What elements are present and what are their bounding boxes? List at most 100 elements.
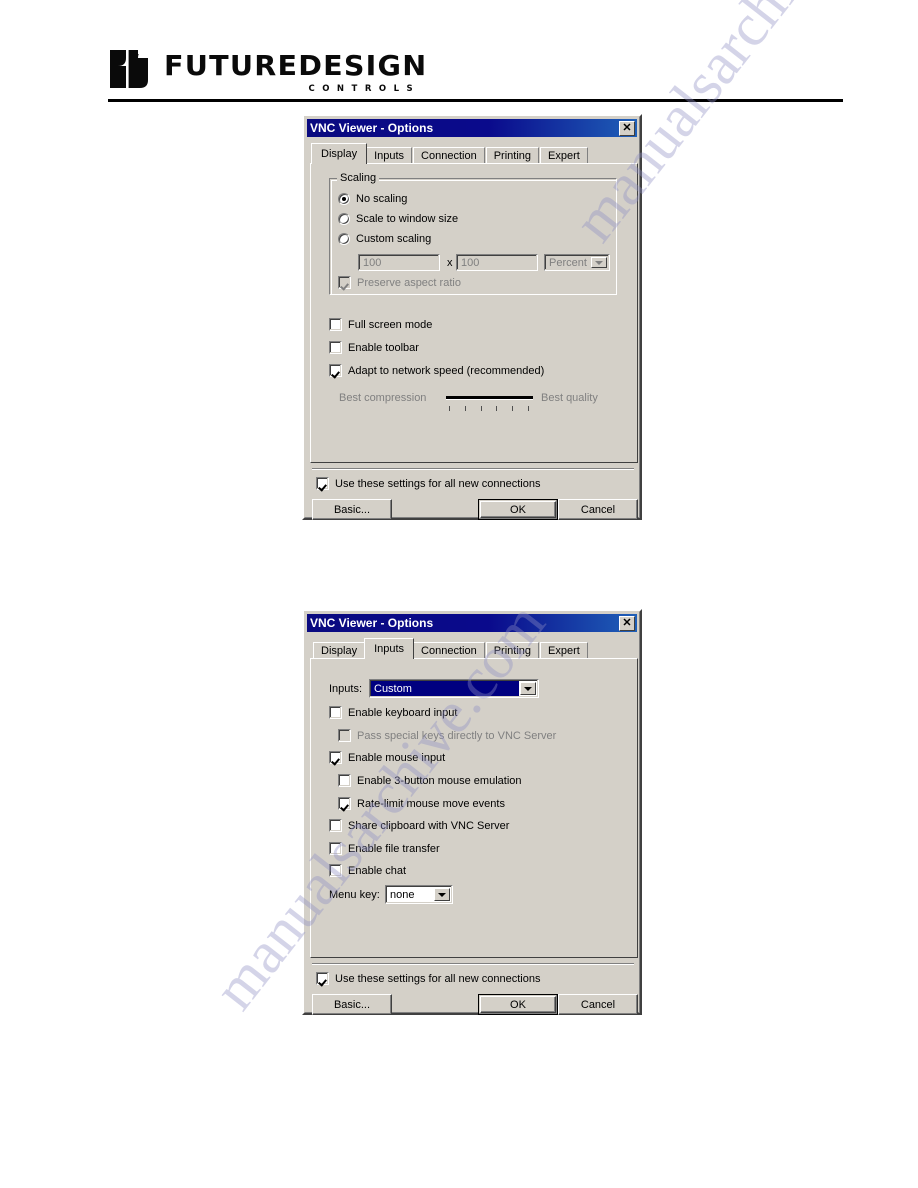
custom-scale-height-value: 100 xyxy=(461,256,480,269)
checkbox-label: Enable toolbar xyxy=(348,341,419,354)
radio-scale-to-window-size[interactable]: Scale to window size xyxy=(338,213,458,225)
radio-label: Custom scaling xyxy=(356,233,432,245)
close-icon[interactable]: ✕ xyxy=(619,120,635,136)
header-divider xyxy=(108,99,843,102)
checkbox-indicator-icon xyxy=(329,706,342,719)
checkbox-label: Rate-limit mouse move events xyxy=(357,797,505,810)
cancel-button[interactable]: Cancel xyxy=(558,499,638,520)
checkbox-indicator-icon xyxy=(338,797,351,810)
checkbox-enable-toolbar[interactable]: Enable toolbar xyxy=(329,341,419,354)
tab-label: Expert xyxy=(548,645,580,657)
basic-button[interactable]: Basic... xyxy=(312,499,392,520)
tab-label: Inputs xyxy=(374,150,405,162)
tab-display[interactable]: Display xyxy=(313,642,366,659)
tab-printing[interactable]: Printing xyxy=(485,147,539,164)
ok-button[interactable]: OK xyxy=(478,499,558,520)
checkbox-label: Adapt to network speed (recommended) xyxy=(348,364,545,377)
checkbox-indicator-icon xyxy=(329,819,342,832)
checkbox-label: Enable mouse input xyxy=(348,751,446,764)
slider-tick xyxy=(512,406,514,411)
checkbox-enable-keyboard-input[interactable]: Enable keyboard input xyxy=(329,706,457,719)
checkbox-label: Share clipboard with VNC Server xyxy=(348,819,510,832)
slider-ticks xyxy=(449,406,529,411)
basic-button[interactable]: Basic... xyxy=(312,994,392,1015)
checkbox-indicator-icon xyxy=(338,774,351,787)
brand-wordmark: FUTUREDESIGN CONTROLS xyxy=(164,52,426,95)
dialog-titlebar[interactable]: VNC Viewer - Options ✕ xyxy=(307,614,637,632)
menu-key-value: none xyxy=(390,888,415,901)
basic-button-label: Basic... xyxy=(333,998,371,1011)
chevron-down-icon[interactable] xyxy=(434,888,450,901)
checkbox-enable-mouse-input[interactable]: Enable mouse input xyxy=(329,751,445,764)
slider-label-best-quality: Best quality xyxy=(541,392,598,404)
tab-label: Expert xyxy=(548,150,580,162)
checkbox-label: Use these settings for all new connectio… xyxy=(335,972,541,985)
checkbox-indicator-icon xyxy=(329,842,342,855)
dialog-titlebar[interactable]: VNC Viewer - Options ✕ xyxy=(307,119,637,137)
custom-scale-units-combo[interactable]: Percent xyxy=(544,254,610,271)
checkbox-label: Use these settings for all new connectio… xyxy=(335,477,541,490)
compression-quality-slider[interactable] xyxy=(446,396,533,399)
checkbox-rate-limit-mouse-move-events[interactable]: Rate-limit mouse move events xyxy=(338,797,505,810)
checkbox-use-for-all-connections[interactable]: Use these settings for all new connectio… xyxy=(316,477,540,490)
custom-scale-width-value: 100 xyxy=(363,256,382,269)
radio-indicator-icon xyxy=(338,193,350,205)
checkbox-label: Full screen mode xyxy=(348,318,433,331)
checkbox-share-clipboard[interactable]: Share clipboard with VNC Server xyxy=(329,819,509,832)
tabpage-display: Scaling No scaling Scale to window size … xyxy=(310,163,638,463)
ok-button[interactable]: OK xyxy=(478,994,558,1015)
tab-inputs[interactable]: Inputs xyxy=(364,638,415,659)
cancel-button[interactable]: Cancel xyxy=(558,994,638,1015)
tab-display[interactable]: Display xyxy=(311,143,368,164)
vnc-viewer-options-inputs-dialog[interactable]: VNC Viewer - Options ✕ Display Inputs Co… xyxy=(302,609,642,1015)
tab-printing[interactable]: Printing xyxy=(485,642,539,659)
basic-button-label: Basic... xyxy=(333,503,371,516)
tab-expert[interactable]: Expert xyxy=(540,147,588,164)
checkbox-enable-3-button-mouse-emulation[interactable]: Enable 3-button mouse emulation xyxy=(338,774,522,787)
radio-indicator-icon xyxy=(338,233,350,245)
tab-connection[interactable]: Connection xyxy=(413,147,485,164)
checkbox-label: Preserve aspect ratio xyxy=(357,276,461,289)
radio-custom-scaling[interactable]: Custom scaling xyxy=(338,233,431,245)
ok-button-label: OK xyxy=(510,998,526,1011)
slider-label-best-compression: Best compression xyxy=(339,392,427,404)
chevron-down-icon[interactable] xyxy=(591,257,607,268)
cancel-button-label: Cancel xyxy=(580,503,616,516)
checkbox-indicator-icon xyxy=(329,341,342,354)
brand-tagline: CONTROLS xyxy=(308,84,421,94)
scaling-groupbox-title: Scaling xyxy=(337,173,380,184)
checkbox-preserve-aspect-ratio[interactable]: Preserve aspect ratio xyxy=(338,276,461,289)
checkbox-use-for-all-connections[interactable]: Use these settings for all new connectio… xyxy=(316,972,540,985)
inputs-select-label: Inputs: xyxy=(329,683,363,695)
inputs-preset-combo[interactable]: Custom xyxy=(369,679,539,698)
checkbox-pass-special-keys[interactable]: Pass special keys directly to VNC Server xyxy=(338,729,556,742)
menu-key-combo[interactable]: none xyxy=(385,885,453,904)
brand-name: FUTUREDESIGN xyxy=(164,49,428,82)
checkbox-enable-file-transfer[interactable]: Enable file transfer xyxy=(329,842,440,855)
radio-no-scaling[interactable]: No scaling xyxy=(338,193,407,205)
slider-tick xyxy=(496,406,498,411)
scaling-groupbox: Scaling No scaling Scale to window size … xyxy=(329,173,617,295)
tab-expert[interactable]: Expert xyxy=(540,642,588,659)
vnc-viewer-options-display-dialog[interactable]: VNC Viewer - Options ✕ Display Inputs Co… xyxy=(302,114,642,520)
inputs-preset-value: Custom xyxy=(371,681,519,696)
tabstrip[interactable]: Display Inputs Connection Printing Exper… xyxy=(313,638,589,659)
custom-scale-width-input[interactable]: 100 xyxy=(358,254,440,271)
slider-tick xyxy=(527,406,529,411)
footer-divider xyxy=(312,468,634,470)
tabpage-inputs: Inputs: Custom Enable keyboard input Pas… xyxy=(310,658,638,958)
page-header: FUTUREDESIGN CONTROLS xyxy=(0,0,918,110)
tab-inputs[interactable]: Inputs xyxy=(366,147,413,164)
close-icon[interactable]: ✕ xyxy=(619,615,635,631)
checkbox-adapt-to-network-speed[interactable]: Adapt to network speed (recommended) xyxy=(329,364,544,377)
checkbox-indicator-icon xyxy=(316,972,329,985)
checkbox-full-screen-mode[interactable]: Full screen mode xyxy=(329,318,432,331)
checkbox-label: Enable file transfer xyxy=(348,842,440,855)
tab-connection[interactable]: Connection xyxy=(413,642,485,659)
radio-label: Scale to window size xyxy=(356,213,459,225)
custom-scale-height-input[interactable]: 100 xyxy=(456,254,538,271)
tabstrip[interactable]: Display Inputs Connection Printing Exper… xyxy=(311,143,589,164)
checkbox-enable-chat[interactable]: Enable chat xyxy=(329,864,406,877)
checkbox-indicator-icon xyxy=(316,477,329,490)
chevron-down-icon[interactable] xyxy=(520,682,536,695)
